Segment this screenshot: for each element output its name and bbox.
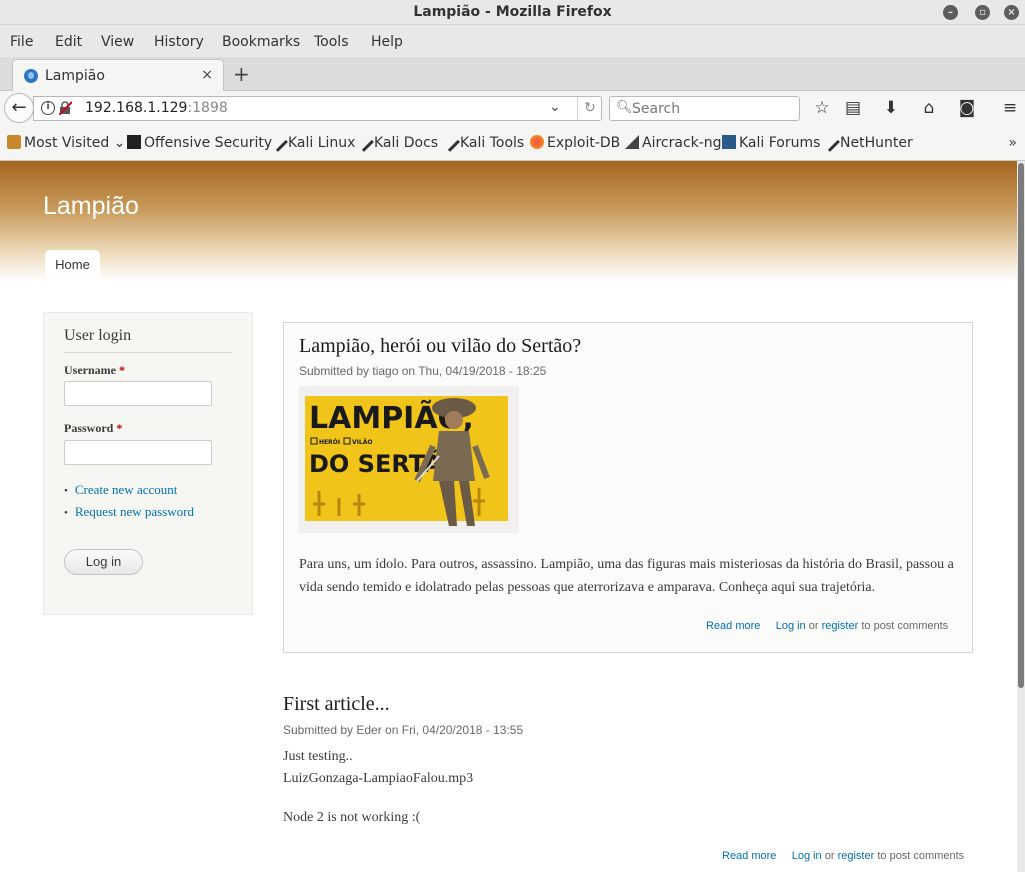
back-button[interactable]: ← (4, 93, 34, 123)
bookmark-exploit-db[interactable]: Exploit-DB (530, 135, 620, 151)
menu-edit[interactable]: Edit (55, 34, 82, 50)
login-link[interactable]: Log in (776, 620, 806, 632)
svg-text:HERÓI: HERÓI (319, 439, 340, 446)
window-titlebar: Lampião - Mozilla Firefox – ▫ × (0, 0, 1025, 25)
request-password-link[interactable]: Request new password (64, 504, 194, 520)
read-more-link[interactable]: Read more (706, 620, 760, 632)
site-header (0, 161, 1017, 281)
login-button[interactable]: Log in (64, 549, 143, 575)
menu-bar: File Edit View History Bookmarks Tools H… (0, 25, 1025, 57)
bookmark-nethunter[interactable]: NetHunter (820, 132, 913, 152)
register-link[interactable]: register (838, 850, 875, 862)
login-links: Create new account Request new password (64, 482, 194, 526)
url-dropdown-icon[interactable]: ⌄ (549, 99, 561, 115)
article-submitted: Submitted by tiago on Thu, 04/19/2018 - … (299, 364, 547, 378)
bookmark-kali-forums[interactable]: Kali Forums (722, 135, 820, 151)
bookmark-star-icon[interactable]: ☆ (811, 98, 833, 118)
article-node: Lampião, herói ou vilão do Sertão? Submi… (283, 322, 973, 653)
aircrack-icon (625, 135, 639, 149)
svg-text:VILÃO: VILÃO (352, 439, 372, 446)
create-account-link[interactable]: Create new account (64, 482, 194, 498)
menu-view[interactable]: View (101, 34, 134, 50)
downloads-icon[interactable]: ⬇ (880, 98, 902, 118)
menu-bookmarks[interactable]: Bookmarks (222, 34, 300, 50)
site-info-icon[interactable]: i (41, 101, 55, 115)
user-login-block: User login Username * Password * Create … (43, 312, 253, 615)
offsec-icon (127, 135, 141, 149)
read-more-link[interactable]: Read more (722, 850, 776, 862)
scrollbar-thumb[interactable] (1018, 163, 1024, 688)
kali-icon (354, 132, 374, 152)
exploitdb-icon (530, 135, 544, 149)
menu-file[interactable]: File (10, 34, 33, 50)
page-content: Lampião Home User login Username * Passw… (0, 161, 1017, 872)
home-icon[interactable]: ⌂ (918, 98, 940, 118)
maximize-icon[interactable]: ▫ (975, 5, 990, 20)
article-links: Read more Log in or register to post com… (706, 620, 949, 632)
tab-strip: Lampião × + (0, 57, 1025, 91)
article-links-2: Read more Log in or register to post com… (722, 850, 965, 862)
article-body: Para uns, um ídolo. Para outros, assassi… (299, 557, 954, 595)
close-window-icon[interactable]: × (1004, 5, 1019, 20)
pocket-icon[interactable]: ◙ (956, 98, 978, 118)
kali-icon (820, 132, 840, 152)
bookmark-kali-linux[interactable]: Kali Linux (268, 132, 355, 152)
reading-list-icon[interactable]: ▤ (842, 98, 864, 118)
lampiao-image[interactable]: LAMPIÃO, HERÓI VILÃO DO SERTÃO (299, 386, 519, 533)
new-tab-icon[interactable]: + (233, 62, 250, 86)
username-label: Username * (64, 363, 125, 377)
search-input[interactable] (632, 99, 792, 118)
tab-lampiao[interactable]: Lampião × (12, 59, 224, 91)
password-label: Password * (64, 421, 123, 435)
article-body-2: Just testing.. LuizGonzaga-LampiaoFalou.… (283, 749, 474, 786)
login-link[interactable]: Log in (792, 850, 822, 862)
folder-icon (7, 135, 21, 149)
site-name[interactable]: Lampião (43, 192, 139, 221)
drupal-favicon-icon (24, 69, 38, 83)
article-submitted-2: Submitted by Eder on Fri, 04/20/2018 - 1… (283, 723, 524, 737)
bookmark-kali-docs[interactable]: Kali Docs (354, 132, 438, 152)
menu-help[interactable]: Help (371, 34, 403, 50)
bookmark-kali-tools[interactable]: Kali Tools (440, 132, 524, 152)
tab-label: Lampião (45, 68, 105, 84)
username-field[interactable] (64, 381, 212, 406)
article-body-2-note: Node 2 is not working :( (283, 810, 421, 825)
bookmarks-bar: Most Visited ⌄ Offensive Security Kali L… (0, 127, 1025, 161)
window-title: Lampião - Mozilla Firefox (413, 4, 612, 20)
url-text[interactable]: 192.168.1.129:1898 (85, 100, 228, 116)
article-title[interactable]: Lampião, herói ou vilão do Sertão? (299, 335, 581, 358)
minimize-icon[interactable]: – (943, 5, 958, 20)
hamburger-menu-icon[interactable]: ≡ (999, 98, 1021, 118)
register-link[interactable]: register (822, 620, 859, 632)
kali-icon (440, 132, 460, 152)
bookmark-most-visited[interactable]: Most Visited ⌄ (7, 135, 125, 151)
back-arrow-icon: ← (11, 97, 27, 118)
search-box[interactable]: 🔍︎ (609, 96, 800, 121)
bookmark-offensive-security[interactable]: Offensive Security (127, 135, 272, 151)
nav-bar: i 192.168.1.129:1898 ⌄ ↻ ← 🔍︎ ☆ ▤ ⬇ ⌂ ◙ … (0, 91, 1025, 127)
article-title-2[interactable]: First article... (283, 693, 390, 716)
divider (64, 352, 232, 353)
search-icon: 🔍︎ (616, 100, 633, 115)
menu-history[interactable]: History (154, 34, 204, 50)
insecure-lock-icon[interactable] (59, 101, 72, 115)
bookmark-aircrack-ng[interactable]: Aircrack-ng (625, 135, 722, 151)
password-field[interactable] (64, 440, 212, 465)
reload-icon[interactable]: ↻ (577, 97, 602, 120)
tab-close-icon[interactable]: × (201, 67, 213, 83)
kali-icon (268, 132, 288, 152)
block-title: User login (64, 327, 132, 344)
chevron-down-icon: ⌄ (109, 135, 126, 151)
bookmarks-overflow-icon[interactable]: » (1008, 135, 1017, 151)
kali-forums-icon (722, 135, 736, 149)
page-scrollbar[interactable] (1017, 161, 1025, 872)
menu-tools[interactable]: Tools (314, 34, 349, 50)
tab-home[interactable]: Home (45, 250, 100, 279)
url-bar[interactable]: i 192.168.1.129:1898 ⌄ ↻ (33, 96, 602, 121)
